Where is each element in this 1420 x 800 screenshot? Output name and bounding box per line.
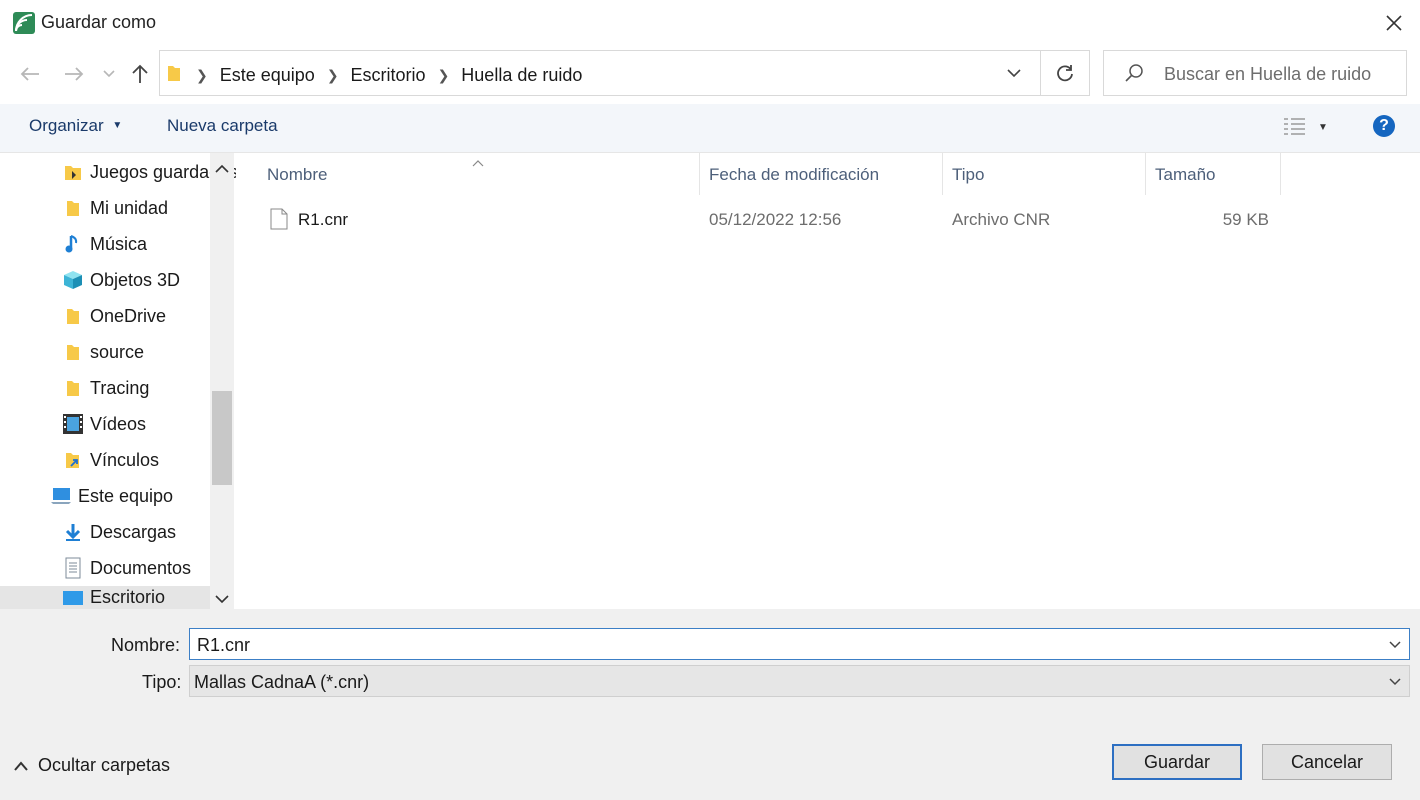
nav-scrollbar[interactable] <box>210 153 234 609</box>
filetype-label: Tipo: <box>142 672 182 692</box>
breadcrumb-este-equipo[interactable]: Este equipo <box>220 65 315 86</box>
folder-icon <box>62 305 84 327</box>
nav-item-label: Descargas <box>90 521 177 542</box>
documents-icon <box>62 557 84 579</box>
nav-item-label: Vídeos <box>90 413 147 434</box>
chevron-down-icon[interactable] <box>1387 637 1403 653</box>
nav-item-label: Documentos <box>90 557 192 578</box>
column-divider[interactable] <box>1280 153 1281 195</box>
arrow-up-icon <box>132 64 148 83</box>
cube-3d-icon <box>62 269 84 291</box>
sort-ascending-icon <box>472 151 484 172</box>
video-icon <box>62 413 84 435</box>
nav-item-label: OneDrive <box>90 305 167 326</box>
app-icon <box>12 11 36 35</box>
column-divider[interactable] <box>699 153 700 195</box>
filename-label: Nombre: <box>111 635 181 655</box>
desktop-icon <box>62 587 84 609</box>
organize-label: Organizar <box>29 116 104 135</box>
scroll-up-button[interactable] <box>214 160 230 181</box>
view-options-button[interactable] <box>1283 116 1307 143</box>
caret-down-icon[interactable]: ▼ <box>1318 122 1328 133</box>
navigation-pane: Juegos guardados Mi unidad Música Objeto… <box>0 153 236 609</box>
breadcrumb-escritorio[interactable]: Escritorio <box>351 65 426 86</box>
file-size: 59 KB <box>1222 210 1269 229</box>
column-header-size[interactable]: Tamaño <box>1155 165 1215 185</box>
column-header-name[interactable]: Nombre <box>267 165 327 185</box>
folder-icon <box>166 63 182 88</box>
nav-item-label: Mi unidad <box>90 197 169 218</box>
forward-button[interactable] <box>60 60 88 88</box>
hide-folders-label: Ocultar carpetas <box>38 755 171 775</box>
nav-item-label: Vínculos <box>90 449 160 470</box>
organize-button[interactable]: Organizar ▼ <box>29 116 122 136</box>
title-bar <box>0 0 1420 46</box>
column-divider[interactable] <box>942 153 943 195</box>
column-divider[interactable] <box>1145 153 1146 195</box>
search-placeholder: Buscar en Huella de ruido <box>1164 64 1372 84</box>
folder-icon <box>62 377 84 399</box>
filename-input[interactable]: R1.cnr <box>189 628 1410 660</box>
cancel-button[interactable]: Cancelar <box>1262 744 1392 780</box>
window-title: Guardar como <box>41 12 157 32</box>
close-button[interactable] <box>1372 4 1416 42</box>
filetype-value: Mallas CadnaA (*.cnr) <box>194 672 370 692</box>
nav-item-label: Escritorio <box>90 587 166 607</box>
computer-icon <box>50 485 72 507</box>
recent-locations-button[interactable] <box>100 64 118 84</box>
download-icon <box>62 521 84 543</box>
scroll-down-button[interactable] <box>214 590 230 611</box>
chevron-down-icon <box>215 595 229 604</box>
folder-icon <box>62 341 84 363</box>
new-folder-button[interactable]: Nueva carpeta <box>167 116 278 136</box>
breadcrumb-separator: ❯ <box>196 67 208 83</box>
arrow-right-icon <box>65 67 84 81</box>
address-history-button[interactable] <box>1006 65 1022 86</box>
chevron-up-icon <box>14 760 28 771</box>
search-box[interactable]: Buscar en Huella de ruido <box>1103 50 1407 96</box>
column-header-type[interactable]: Tipo <box>952 165 984 185</box>
folder-icon <box>62 197 84 219</box>
arrow-left-icon <box>20 67 39 81</box>
chevron-down-icon <box>103 70 115 78</box>
nav-item-este-equipo[interactable]: Este equipo <box>50 478 236 514</box>
breadcrumb-separator: ❯ <box>326 67 339 83</box>
nav-item-label: Tracing <box>90 377 150 398</box>
save-button[interactable]: Guardar <box>1112 744 1242 780</box>
nav-item-label: source <box>90 341 145 362</box>
close-icon <box>1386 15 1402 31</box>
filetype-select[interactable]: Mallas CadnaA (*.cnr) <box>189 665 1410 697</box>
up-button[interactable] <box>127 60 153 88</box>
caret-down-icon: ▼ <box>112 120 123 131</box>
file-icon <box>270 208 288 235</box>
breadcrumb-huella-de-ruido[interactable]: Huella de ruido <box>461 65 582 86</box>
scroll-thumb[interactable] <box>212 391 232 485</box>
back-button[interactable] <box>16 60 44 88</box>
hide-folders-button[interactable]: Ocultar carpetas <box>14 755 170 776</box>
help-button[interactable]: ? <box>1373 115 1395 137</box>
chevron-down-icon <box>1007 69 1021 78</box>
column-header-modified[interactable]: Fecha de modificación <box>709 165 879 185</box>
chevron-up-icon <box>215 164 229 173</box>
folder-link-icon <box>62 449 84 471</box>
nav-item-label: Objetos 3D <box>90 269 181 290</box>
refresh-icon <box>1057 65 1073 82</box>
music-icon <box>62 233 84 255</box>
file-modified: 05/12/2022 12:56 <box>709 210 842 229</box>
search-icon <box>1124 63 1144 88</box>
chevron-down-icon <box>1389 678 1401 686</box>
file-name[interactable]: R1.cnr <box>298 210 348 230</box>
help-icon: ? <box>1379 117 1389 134</box>
filename-value[interactable]: R1.cnr <box>197 635 250 656</box>
details-view-icon <box>1284 118 1305 135</box>
folder-game-icon <box>62 161 84 183</box>
address-bar[interactable]: ❯ Este equipo ❯ Escritorio ❯ Huella de r… <box>159 50 1041 96</box>
file-type: Archivo CNR <box>952 210 1051 229</box>
nav-item-label: Este equipo <box>78 485 174 506</box>
refresh-button[interactable] <box>1040 50 1090 96</box>
breadcrumb-separator: ❯ <box>437 67 450 83</box>
nav-item-label: Música <box>90 233 148 254</box>
